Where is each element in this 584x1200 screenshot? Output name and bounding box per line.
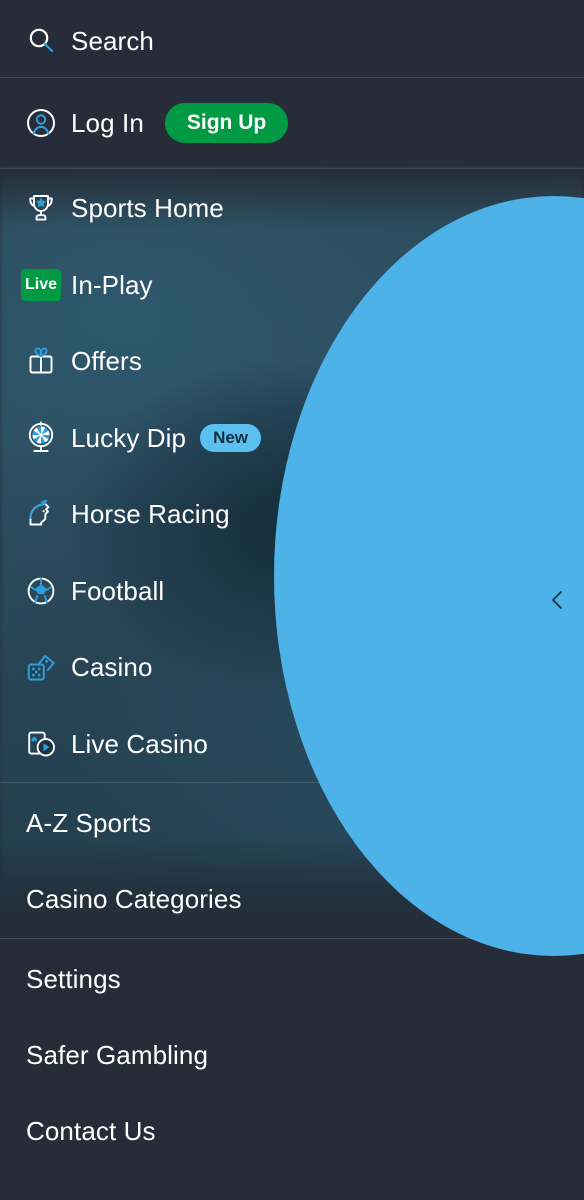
nav-label-safer-gambling: Safer Gambling — [26, 1039, 209, 1070]
live-badge-label: Live — [21, 269, 61, 301]
account-row: Log In Sign Up — [0, 97, 584, 149]
nav-label-contact-us: Contact Us — [26, 1115, 156, 1146]
nav-item-settings[interactable]: Settings — [0, 956, 584, 1002]
nav-label-sports-home: Sports Home — [71, 192, 224, 223]
nav-label-settings: Settings — [26, 963, 121, 994]
prize-wheel-icon — [19, 416, 63, 460]
search-icon — [19, 19, 63, 63]
chevron-left-icon — [552, 591, 562, 609]
nav-label-horse-racing: Horse Racing — [71, 498, 230, 529]
divider-account — [0, 168, 584, 169]
live-badge-icon: Live — [19, 263, 63, 307]
nav-item-contact-us[interactable]: Contact Us — [0, 1108, 584, 1154]
search-label: Search — [71, 25, 154, 56]
login-label[interactable]: Log In — [71, 108, 144, 139]
live-casino-card-icon — [19, 722, 63, 766]
football-icon — [19, 569, 63, 613]
divider-search — [0, 77, 584, 78]
navigation-drawer: Search Log In Sign Up Sports Home Live I… — [0, 0, 584, 1200]
horse-head-icon — [19, 492, 63, 536]
nav-label-a-z-sports: A-Z Sports — [26, 807, 152, 838]
dice-icon — [19, 645, 63, 689]
gift-icon — [19, 339, 63, 383]
nav-label-live-casino: Live Casino — [71, 728, 208, 759]
nav-item-safer-gambling[interactable]: Safer Gambling — [0, 1032, 584, 1078]
nav-label-casino: Casino — [71, 651, 153, 682]
nav-label-lucky-dip: Lucky Dip — [71, 422, 187, 453]
sign-up-button[interactable]: Sign Up — [164, 103, 289, 143]
search-row[interactable]: Search — [0, 10, 584, 72]
trophy-icon — [19, 186, 63, 230]
nav-label-in-play: In-Play — [71, 269, 153, 300]
nav-label-casino-categories: Casino Categories — [26, 883, 242, 914]
nav-label-football: Football — [71, 575, 165, 606]
new-badge: New — [200, 424, 262, 452]
nav-label-offers: Offers — [71, 345, 142, 376]
close-drawer-button[interactable] — [546, 588, 570, 612]
account-circle-icon — [19, 101, 63, 145]
